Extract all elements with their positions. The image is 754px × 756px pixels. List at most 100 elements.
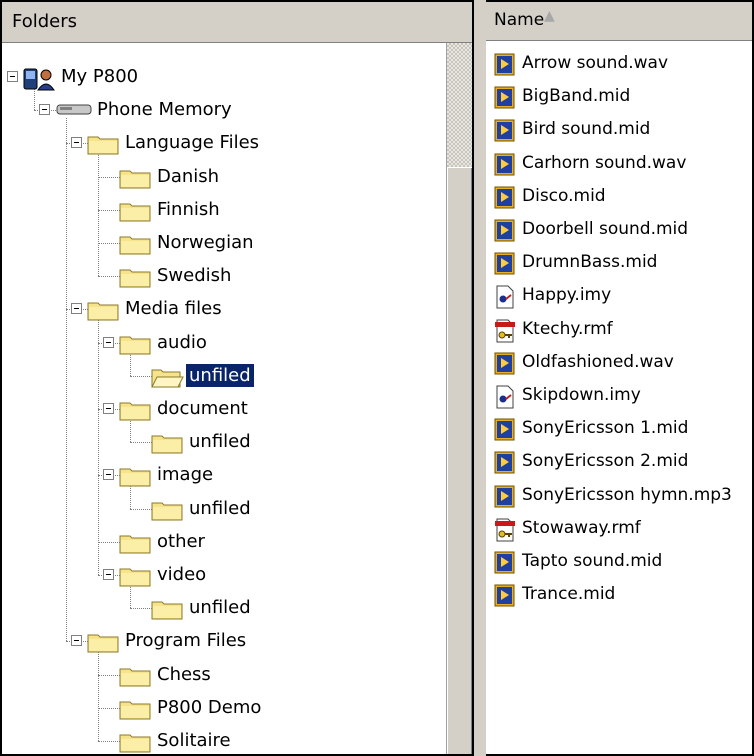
folders-pane: Folders My P800 Phone Memory Language File… bbox=[0, 0, 474, 756]
file-list-item[interactable]: Ktechy.rmf bbox=[494, 316, 752, 348]
folders-pane-header: Folders bbox=[2, 2, 472, 43]
collapse-toggle-icon[interactable] bbox=[71, 137, 82, 149]
file-list-item[interactable]: Disco.mid bbox=[494, 183, 752, 215]
tree-node-label: Danish bbox=[157, 165, 220, 187]
tree-node-label: other bbox=[157, 530, 205, 552]
collapse-toggle-icon[interactable] bbox=[39, 104, 50, 116]
tree-node-label: Solitaire bbox=[157, 730, 231, 751]
tree-node-unfiled[interactable]: unfiled bbox=[2, 428, 442, 456]
tree-node-p800-demo[interactable]: P800 Demo bbox=[2, 694, 442, 722]
sort-ascending-icon: ▲ bbox=[544, 8, 555, 24]
tree-node-swedish[interactable]: Swedish bbox=[2, 262, 442, 290]
folder-icon bbox=[118, 564, 152, 593]
media-file-icon bbox=[494, 451, 516, 480]
file-list-item[interactable]: DrumnBass.mid bbox=[494, 249, 752, 281]
rmf-file-icon bbox=[494, 518, 516, 547]
tree-node-language-files[interactable]: Language Files bbox=[2, 129, 442, 157]
media-file-icon bbox=[494, 86, 516, 115]
tree-node-label: unfiled bbox=[186, 363, 254, 387]
file-list-item[interactable]: SonyEricsson 2.mid bbox=[494, 448, 752, 480]
tree-node-label: Finnish bbox=[157, 198, 220, 220]
tree-node-phone-memory[interactable]: Phone Memory bbox=[2, 96, 442, 124]
tree-node-label: unfiled bbox=[189, 497, 251, 519]
file-list-item[interactable]: Doorbell sound.mid bbox=[494, 216, 752, 246]
scrollbar-thumb[interactable] bbox=[447, 167, 472, 754]
file-list-item[interactable]: SonyEricsson 1.mid bbox=[494, 415, 752, 447]
file-list-item[interactable]: Trance.mid bbox=[494, 581, 752, 613]
file-list-item[interactable]: Oldfashioned.wav bbox=[494, 349, 752, 381]
collapse-toggle-icon[interactable] bbox=[103, 469, 114, 481]
tree-node-label: unfiled bbox=[189, 431, 251, 453]
open-folder-icon bbox=[150, 365, 184, 394]
tree-node-norwegian[interactable]: Norwegian bbox=[2, 229, 442, 257]
tree-node-label: Phone Memory bbox=[97, 99, 232, 121]
tree-node-program-files[interactable]: Program Files bbox=[2, 627, 442, 655]
media-file-icon bbox=[494, 186, 516, 215]
folder-icon bbox=[118, 199, 152, 228]
file-list-item[interactable]: Stowaway.rmf bbox=[494, 515, 752, 547]
tree-node-solitaire[interactable]: Solitaire bbox=[2, 727, 442, 754]
collapse-toggle-icon[interactable] bbox=[7, 71, 18, 82]
tree-node-label: Media files bbox=[125, 298, 222, 320]
tree-node-unfiled[interactable]: unfiled bbox=[2, 495, 442, 523]
tree-node-media-files[interactable]: Media files bbox=[2, 295, 442, 323]
folder-icon bbox=[118, 232, 152, 261]
collapse-toggle-icon[interactable] bbox=[71, 303, 82, 315]
file-name: Trance.mid bbox=[522, 584, 616, 605]
tree-node-label: audio bbox=[157, 331, 207, 353]
tree-node-label: Norwegian bbox=[157, 232, 254, 253]
tree-node-chess[interactable]: Chess bbox=[2, 661, 442, 689]
folder-tree: My P800 Phone Memory Language Files Danish F… bbox=[2, 43, 446, 754]
folder-icon bbox=[86, 132, 120, 161]
phone-device-icon bbox=[22, 66, 56, 97]
folder-icon bbox=[118, 265, 152, 294]
tree-node-video[interactable]: video bbox=[2, 561, 442, 589]
media-file-icon bbox=[494, 53, 516, 82]
tree-node-image[interactable]: image bbox=[2, 461, 442, 489]
tree-node-label: Program Files bbox=[125, 630, 247, 652]
file-name: BigBand.mid bbox=[522, 86, 631, 107]
rmf-file-icon bbox=[494, 319, 516, 348]
file-name: Ktechy.rmf bbox=[522, 318, 613, 339]
tree-node-unfiled[interactable]: unfiled bbox=[2, 362, 442, 390]
name-column-header[interactable]: Name ▲ bbox=[486, 2, 752, 41]
media-file-icon bbox=[494, 119, 516, 148]
file-list-item[interactable]: Carhorn sound.wav bbox=[494, 150, 752, 182]
file-list-pane: Name ▲ Arrow sound.wav BigBand.mid Bird so… bbox=[486, 0, 754, 756]
collapse-toggle-icon[interactable] bbox=[103, 403, 114, 414]
media-file-icon bbox=[494, 418, 516, 447]
tree-node-finnish[interactable]: Finnish bbox=[2, 196, 442, 224]
file-name: Happy.imy bbox=[522, 285, 612, 306]
tree-vertical-scrollbar[interactable] bbox=[446, 43, 472, 754]
folder-icon bbox=[86, 298, 120, 327]
file-name: Doorbell sound.mid bbox=[522, 219, 689, 239]
folder-icon bbox=[86, 630, 120, 659]
tree-node-label: Swedish bbox=[157, 265, 232, 287]
media-file-icon bbox=[494, 252, 516, 281]
file-list-item[interactable]: Bird sound.mid bbox=[494, 116, 752, 148]
tree-node-document[interactable]: document bbox=[2, 395, 442, 423]
media-file-icon bbox=[494, 584, 516, 613]
tree-node-unfiled[interactable]: unfiled bbox=[2, 594, 442, 622]
collapse-toggle-icon[interactable] bbox=[103, 569, 114, 580]
file-list-item[interactable]: Arrow sound.wav bbox=[494, 50, 752, 82]
media-file-icon bbox=[494, 153, 516, 182]
file-list-item[interactable]: BigBand.mid bbox=[494, 83, 752, 115]
collapse-toggle-icon[interactable] bbox=[103, 336, 114, 348]
file-list-item[interactable]: Happy.imy bbox=[494, 282, 752, 312]
tree-node-label: My P800 bbox=[61, 66, 139, 87]
media-file-icon bbox=[494, 485, 516, 514]
file-list-item[interactable]: SonyEricsson hymn.mp3 bbox=[494, 482, 752, 514]
folder-icon bbox=[118, 664, 152, 693]
file-list-item[interactable]: Tapto sound.mid bbox=[494, 548, 752, 578]
tree-node-other[interactable]: other bbox=[2, 528, 442, 556]
name-column-label: Name bbox=[494, 10, 545, 30]
tree-node-audio[interactable]: audio bbox=[2, 329, 442, 357]
media-file-icon bbox=[494, 352, 516, 381]
collapse-toggle-icon[interactable] bbox=[71, 635, 82, 647]
file-name: Bird sound.mid bbox=[522, 119, 651, 140]
tree-node-danish[interactable]: Danish bbox=[2, 163, 442, 191]
tree-node-my-p800[interactable]: My P800 bbox=[2, 63, 442, 91]
file-list-item[interactable]: Skipdown.imy bbox=[494, 382, 752, 412]
folder-icon bbox=[150, 498, 184, 527]
